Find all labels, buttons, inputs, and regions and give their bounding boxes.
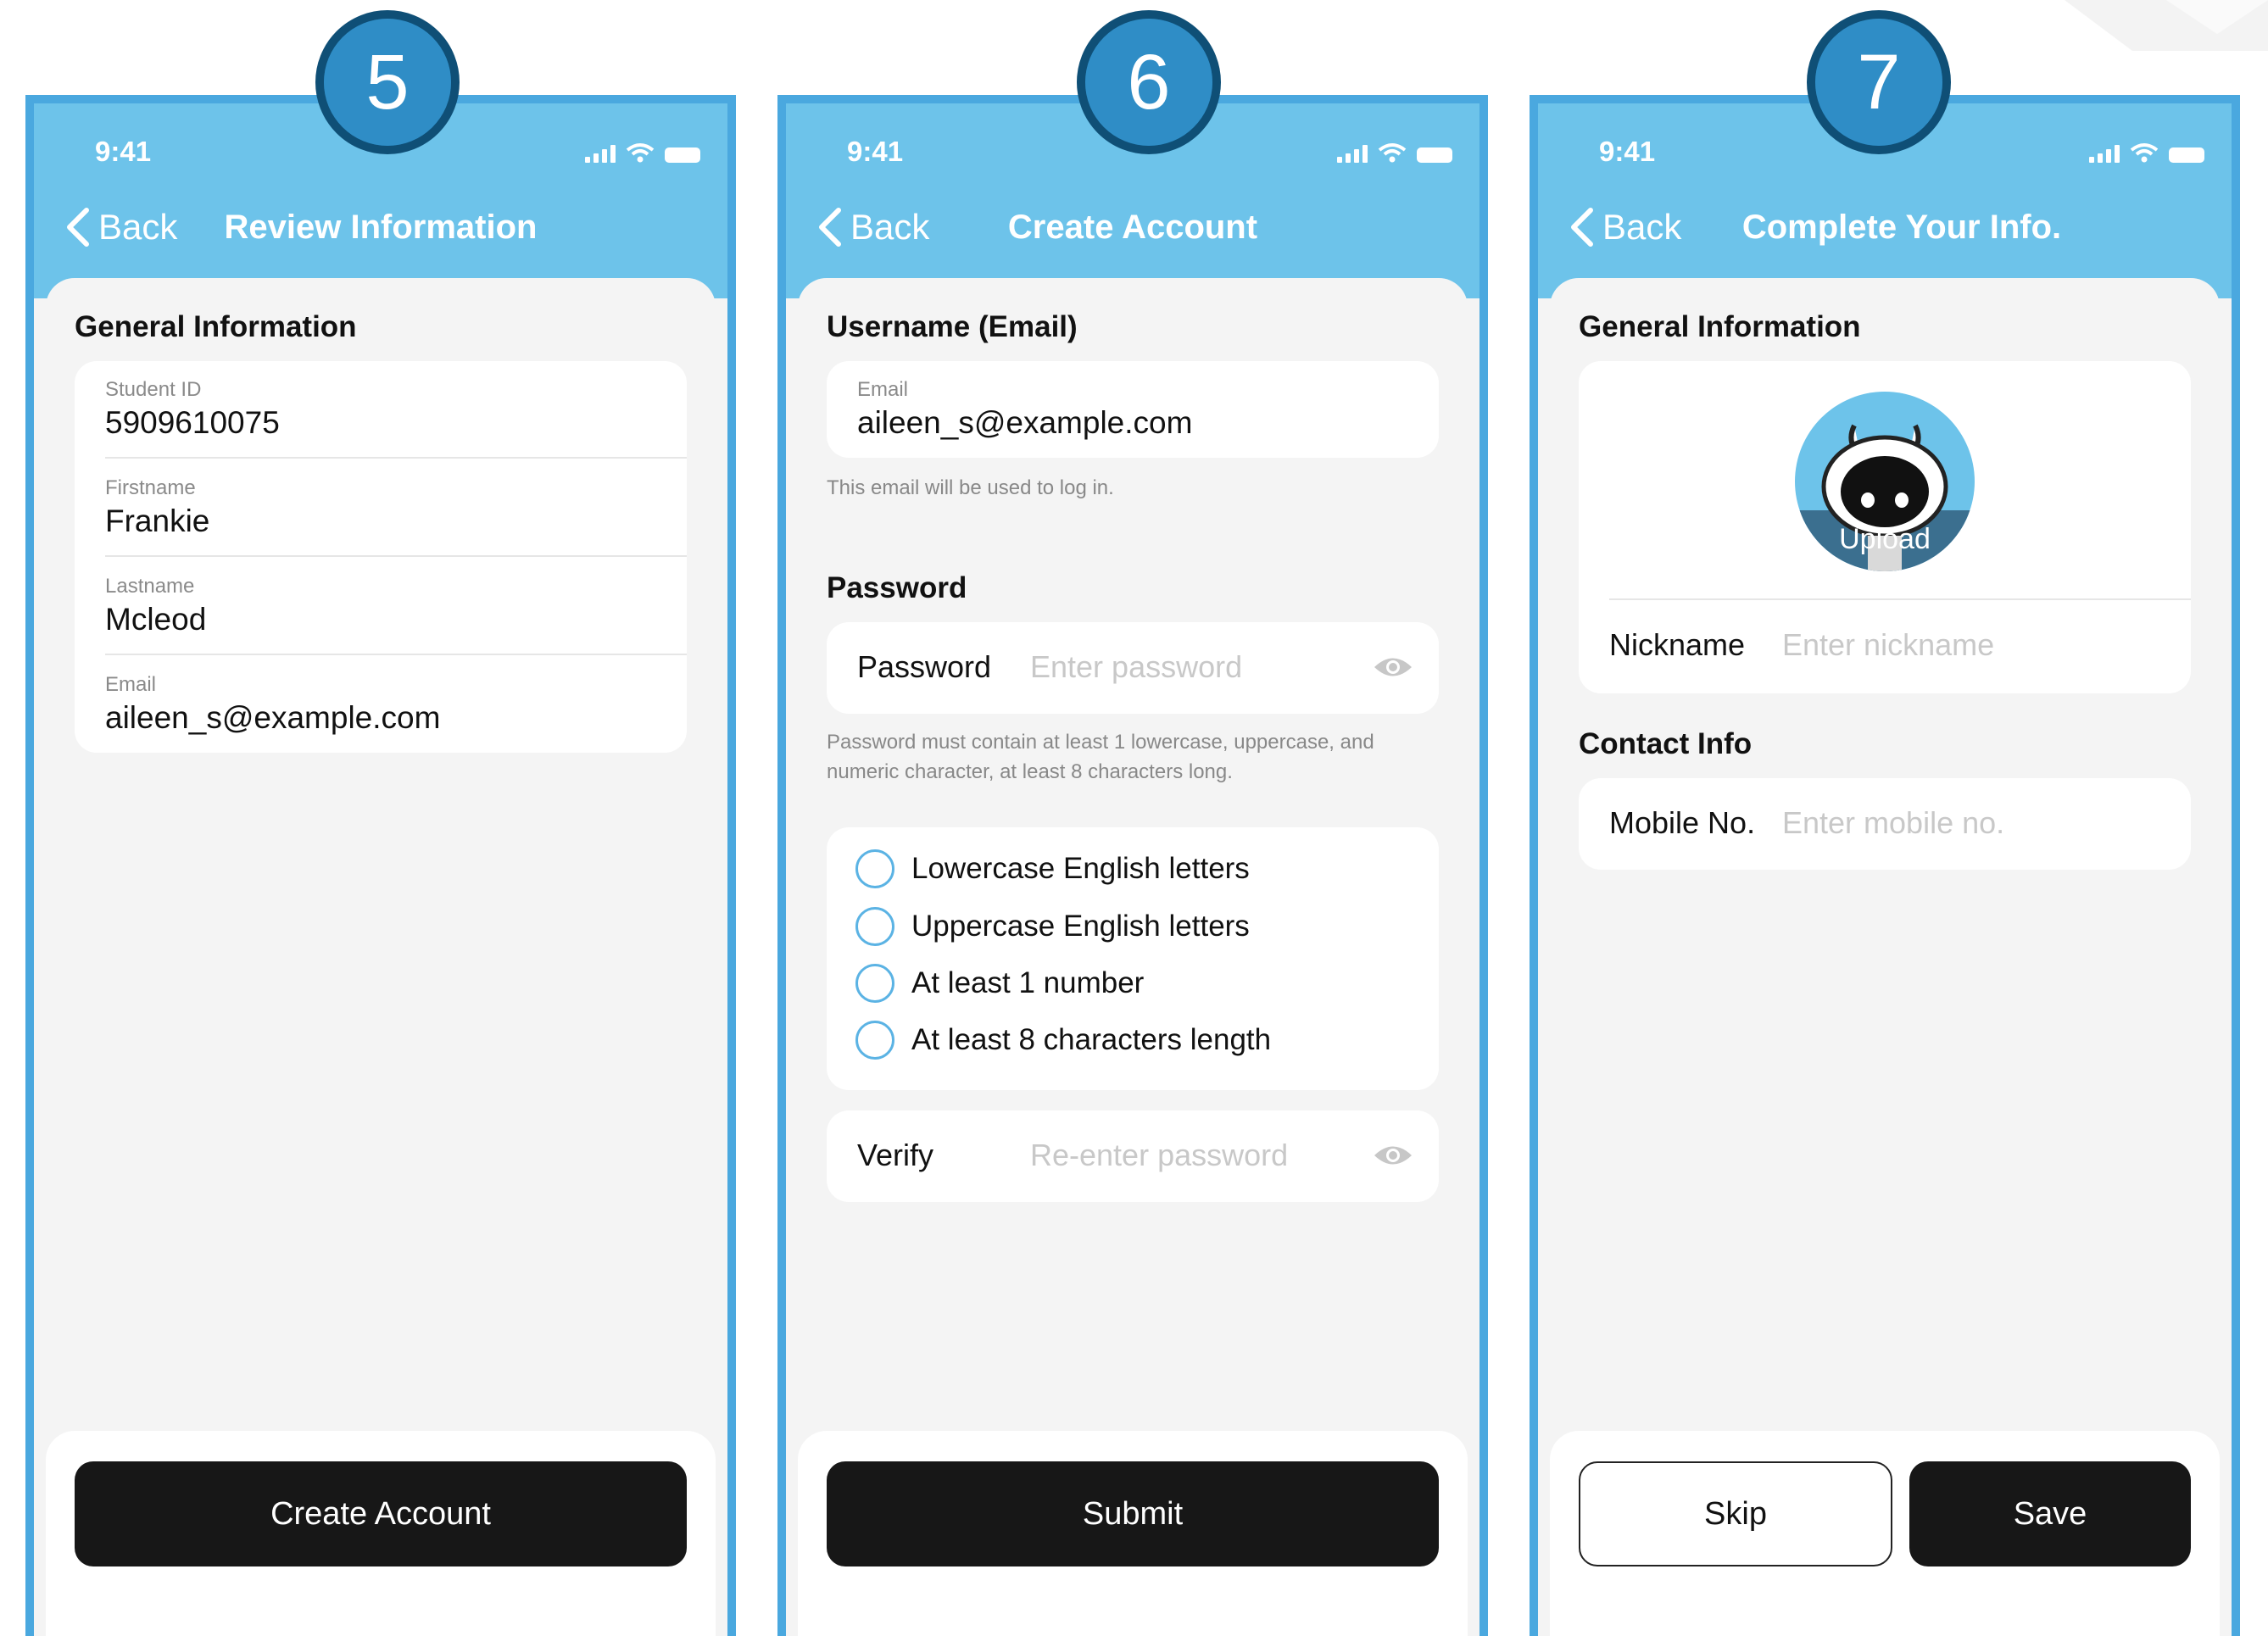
avatar-upload[interactable]: Upload [1795, 392, 1975, 571]
upload-label: Upload [1839, 523, 1931, 555]
requirement-label: At least 1 number [911, 966, 1145, 999]
mobile-label: Mobile No. [1609, 805, 1756, 840]
screen-review-information: 9:41 Back Review Information General Inf… [25, 95, 736, 1636]
mobile-input[interactable]: Enter mobile no. [1782, 805, 2004, 841]
field-value-lastname: Mcleod [105, 602, 207, 637]
wifi-icon [1378, 143, 1407, 163]
field-label-student-id: Student ID [105, 378, 202, 401]
divider [105, 654, 687, 655]
eye-icon[interactable] [1373, 1143, 1413, 1168]
bottom-panel: Submit [798, 1431, 1468, 1636]
password-input[interactable]: Enter password [1030, 649, 1242, 685]
divider [1609, 598, 2191, 600]
eye-icon[interactable] [1373, 654, 1413, 680]
step-badge-6: 6 [1077, 10, 1221, 154]
page-title: Create Account [1007, 209, 1258, 246]
section-title-general: General Information [75, 310, 357, 343]
mobile-row: Mobile No. Enter mobile no. [1579, 778, 2191, 870]
requirement-label: Uppercase English letters [911, 910, 1250, 943]
profile-card: Upload Nickname Enter nickname [1579, 361, 2191, 693]
section-title-contact: Contact Info [1579, 727, 1753, 760]
save-button[interactable]: Save [1909, 1461, 2191, 1566]
page-title: Complete Your Info. [1741, 209, 2062, 246]
divider [105, 457, 687, 459]
nickname-input[interactable]: Enter nickname [1782, 627, 1994, 663]
create-account-button[interactable]: Create Account [75, 1461, 687, 1566]
email-field[interactable]: aileen_s@example.com [857, 405, 1192, 441]
decorative-shape [2065, 0, 2268, 51]
requirement-uppercase: Uppercase English letters [855, 907, 1250, 946]
battery-icon [1417, 147, 1452, 163]
requirement-length: At least 8 characters length [855, 1021, 1271, 1060]
password-label: Password [857, 649, 992, 684]
field-value-student-id: 5909610075 [105, 405, 280, 440]
signal-icon [1337, 144, 1368, 163]
radio-empty-icon [855, 907, 894, 946]
signal-icon [2089, 144, 2120, 163]
battery-icon [665, 147, 700, 163]
bottom-panel: Create Account [46, 1431, 716, 1636]
divider [105, 555, 687, 557]
password-helper-line-2: numeric character, at least 8 characters… [827, 760, 1233, 783]
signal-icon [585, 144, 616, 163]
radio-empty-icon [855, 964, 894, 1003]
password-row: Password Enter password [827, 622, 1439, 714]
email-card[interactable]: Email aileen_s@example.com [827, 361, 1439, 458]
status-icons [1337, 142, 1452, 163]
field-label-firstname: Firstname [105, 476, 196, 499]
email-helper-text: This email will be used to log in. [827, 476, 1114, 499]
wifi-icon [626, 143, 655, 163]
section-title-password: Password [827, 571, 967, 604]
field-value-email: aileen_s@example.com [105, 700, 441, 735]
battery-icon [2169, 147, 2204, 163]
field-label-email: Email [105, 673, 157, 696]
requirement-label: At least 8 characters length [911, 1023, 1272, 1056]
status-time: 9:41 [1599, 136, 1656, 167]
screen-create-account: 9:41 Back Create Account Username (Email… [777, 95, 1488, 1636]
section-title-username: Username (Email) [827, 310, 1078, 343]
requirement-number: At least 1 number [855, 964, 1144, 1003]
nickname-label: Nickname [1609, 627, 1746, 662]
wifi-icon [2130, 143, 2159, 163]
submit-button[interactable]: Submit [827, 1461, 1439, 1566]
skip-button[interactable]: Skip [1579, 1461, 1892, 1566]
field-label-lastname: Lastname [105, 575, 195, 598]
field-label-email: Email [857, 378, 909, 401]
requirement-label: Lowercase English letters [911, 852, 1250, 885]
bottom-panel: Skip Save [1550, 1431, 2220, 1636]
verify-row: Verify Re-enter password [827, 1110, 1439, 1202]
radio-empty-icon [855, 849, 894, 888]
page-title: Review Information [224, 209, 538, 246]
step-badge-5: 5 [315, 10, 460, 154]
password-helper-line-1: Password must contain at least 1 lowerca… [827, 731, 1374, 754]
screen-complete-info: 9:41 Back Complete Your Info. General In… [1530, 95, 2240, 1636]
status-icons [2089, 142, 2204, 163]
radio-empty-icon [855, 1021, 894, 1060]
info-card: Student ID 5909610075 Firstname Frankie … [75, 361, 687, 753]
status-time: 9:41 [95, 136, 152, 167]
verify-label: Verify [857, 1138, 934, 1172]
status-icons [585, 142, 700, 163]
password-helper-text: Password must contain at least 1 lowerca… [827, 727, 1374, 787]
section-title-general: General Information [1579, 310, 1861, 343]
field-value-firstname: Frankie [105, 504, 210, 538]
verify-password-input[interactable]: Re-enter password [1030, 1138, 1288, 1173]
status-time: 9:41 [847, 136, 904, 167]
step-badge-7: 7 [1807, 10, 1951, 154]
requirement-lowercase: Lowercase English letters [855, 849, 1250, 888]
requirements-card: Lowercase English letters Uppercase Engl… [827, 827, 1439, 1090]
